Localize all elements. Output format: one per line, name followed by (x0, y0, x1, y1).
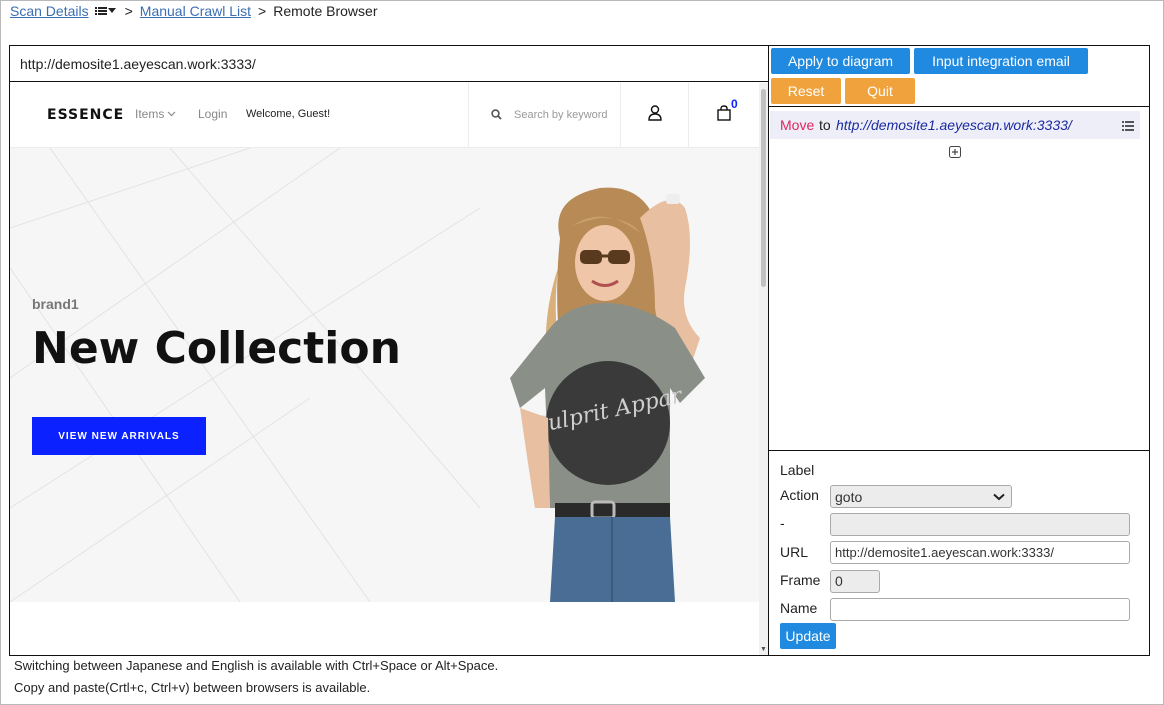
step-connector: to (819, 117, 831, 133)
breadcrumb-separator: > (258, 3, 267, 19)
dash-label: - (780, 515, 785, 531)
site-logo[interactable]: ESSENCE (47, 107, 124, 123)
step-menu-icon[interactable] (1122, 121, 1134, 131)
site-nav-login[interactable]: Login (198, 107, 227, 121)
site-cart-button[interactable]: 0 (688, 83, 760, 147)
update-button[interactable]: Update (780, 623, 836, 649)
remote-scrollbar[interactable]: ▼ (759, 83, 768, 655)
add-step-icon[interactable] (949, 146, 961, 158)
quit-button[interactable]: Quit (845, 78, 915, 104)
hero-brand: brand1 (32, 296, 79, 312)
keyboard-note: Switching between Japanese and English i… (14, 658, 499, 673)
steps-list: Move to http://demosite1.aeyescan.work:3… (769, 107, 1149, 451)
site-nav-items[interactable]: Items (135, 107, 176, 121)
apply-to-diagram-button[interactable]: Apply to diagram (771, 48, 910, 74)
action-select[interactable]: goto (830, 485, 1012, 508)
label-label: Label (780, 462, 815, 478)
user-icon (648, 105, 662, 121)
remote-scrollbar-thumb[interactable] (761, 89, 766, 287)
step-form: Label Action goto - URL http://demosite1… (769, 451, 1149, 655)
bag-icon (717, 105, 731, 121)
hero-model-image: Culprit Appar (510, 187, 705, 602)
name-label: Name (780, 600, 818, 616)
toolbar: Apply to diagram Input integration email… (769, 46, 1149, 107)
list-dropdown-icon[interactable] (94, 6, 116, 16)
step-target-url: http://demosite1.aeyescan.work:3333/ (836, 117, 1072, 133)
url-field[interactable]: http://demosite1.aeyescan.work:3333/ (830, 541, 1130, 564)
cart-count-badge: 0 (731, 97, 738, 111)
action-label: Action (780, 487, 819, 503)
site-welcome-text: Welcome, Guest! (246, 108, 331, 120)
site-search[interactable]: Search by keyword (468, 83, 621, 147)
action-select-value: goto (835, 488, 863, 505)
remote-browser: http://demosite1.aeyescan.work:3333/ ESS… (10, 46, 769, 655)
breadcrumb-scan-details[interactable]: Scan Details (10, 3, 89, 19)
remote-url-bar[interactable]: http://demosite1.aeyescan.work:3333/ (10, 46, 768, 82)
chevron-down-icon (167, 111, 176, 117)
step-action: Move (780, 117, 815, 133)
site-user-button[interactable] (620, 83, 689, 147)
search-icon (491, 109, 502, 120)
hero-banner: brand1 New Collection VIEW NEW ARRIVALS (10, 148, 759, 602)
breadcrumb: Scan Details > Manual Crawl List > Remot… (10, 3, 378, 19)
remote-viewport[interactable]: ESSENCE Items Login Welcome, Guest! Sear… (10, 83, 768, 655)
scroll-down-arrow-icon[interactable]: ▼ (760, 646, 767, 653)
step-row[interactable]: Move to http://demosite1.aeyescan.work:3… (770, 111, 1140, 139)
hero-title: New Collection (32, 323, 401, 374)
reset-button[interactable]: Reset (771, 78, 841, 104)
breadcrumb-current: Remote Browser (273, 3, 378, 19)
frame-field: 0 (830, 570, 880, 593)
breadcrumb-manual-crawl-list[interactable]: Manual Crawl List (140, 3, 251, 19)
breadcrumb-separator: > (124, 3, 133, 19)
scenario-editor: Apply to diagram Input integration email… (769, 46, 1149, 655)
site-nav-items-label: Items (135, 107, 165, 121)
url-label: URL (780, 544, 809, 560)
dash-field (830, 513, 1130, 536)
site-search-input[interactable]: Search by keyword (514, 109, 608, 121)
watch-icon (666, 194, 680, 204)
chevron-down-icon (993, 493, 1005, 500)
input-integration-email-button[interactable]: Input integration email (914, 48, 1088, 74)
site-header: ESSENCE Items Login Welcome, Guest! Sear… (10, 83, 759, 148)
clipboard-note: Copy and paste(Crtl+c, Ctrl+v) between b… (14, 680, 371, 695)
name-field[interactable] (830, 598, 1130, 621)
view-new-arrivals-button[interactable]: VIEW NEW ARRIVALS (32, 417, 206, 455)
remote-browser-panel: http://demosite1.aeyescan.work:3333/ ESS… (9, 45, 1150, 656)
frame-label: Frame (780, 572, 821, 588)
